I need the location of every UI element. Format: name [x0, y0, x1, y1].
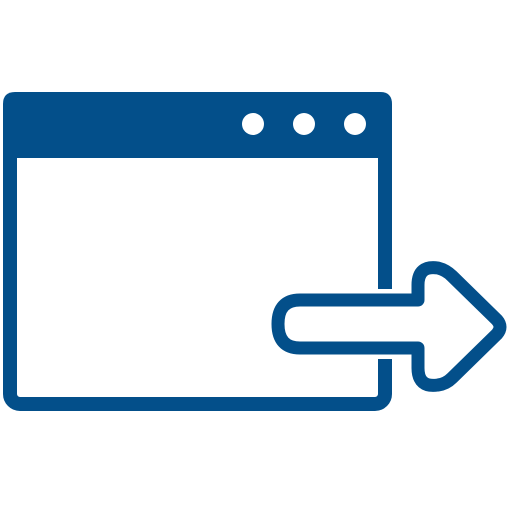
window-export-icon: [3, 92, 511, 411]
window-control-dot-1: [242, 113, 264, 135]
window-control-dot-2: [293, 113, 315, 135]
window-control-dot-3: [344, 113, 366, 135]
icon-canvas: [0, 0, 512, 512]
title-bar: [3, 92, 392, 158]
